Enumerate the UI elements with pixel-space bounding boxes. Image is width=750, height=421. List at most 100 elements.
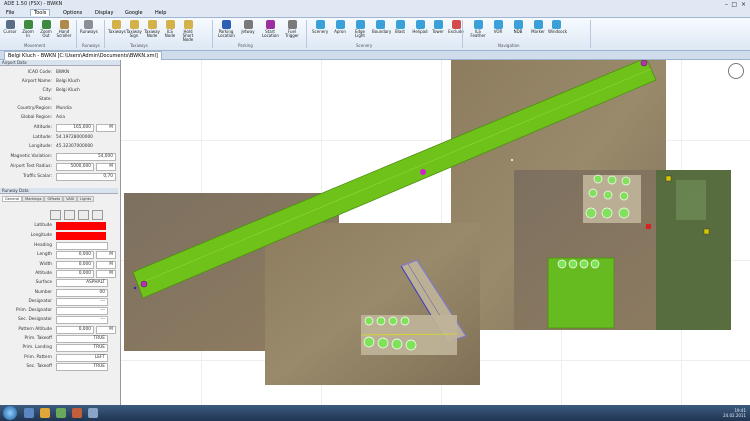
runway-field-input[interactable]: --- <box>56 297 108 306</box>
taskbar-app-icon[interactable] <box>56 408 66 418</box>
taskbar-app-icon[interactable] <box>40 408 50 418</box>
taskbar-app-icon[interactable] <box>72 408 82 418</box>
ribbon-button-label: Hand Scroller <box>56 29 72 38</box>
menu-display[interactable]: Display <box>92 10 116 16</box>
latitude-value[interactable]: 54.19728000000 <box>56 135 93 140</box>
ribbon-button-apron[interactable]: Apron <box>332 20 348 42</box>
ribbon-button-helipad[interactable]: Helipad <box>412 20 428 42</box>
ribbon-button-ndb[interactable]: NDB <box>510 20 526 42</box>
system-clock[interactable]: 19:41 24.02.2011 <box>723 408 746 418</box>
menu-google[interactable]: Google <box>122 10 146 16</box>
ribbon-button-parking-location[interactable]: Parking Location <box>218 20 235 42</box>
ribbon-button-label: Parking Location <box>218 29 235 38</box>
compass-icon[interactable] <box>728 63 744 79</box>
ribbon-button-windsock[interactable]: Windsock <box>548 20 567 42</box>
radius-input[interactable]: 5000,000 <box>56 163 94 171</box>
runway-unit-select[interactable]: M <box>96 325 116 334</box>
ribbon-button-vor[interactable]: VOR <box>490 20 506 42</box>
ribbon-button-cursor[interactable]: Cursor <box>2 20 18 42</box>
tab-markings[interactable]: Markings <box>22 196 45 202</box>
tab-offsets[interactable]: Offsets <box>44 196 64 202</box>
runway-unit-select[interactable]: M <box>96 251 116 260</box>
menu-help[interactable]: Help <box>152 10 169 16</box>
altitude-input[interactable]: 165,000 <box>56 124 94 132</box>
taskbar-app-icon[interactable] <box>88 408 98 418</box>
airport-name-value[interactable]: Belgi Kluch <box>56 79 80 84</box>
document-tab[interactable]: Belgi Kluch - BWKN [C:\Users\Admin\Docum… <box>4 51 162 60</box>
runway-field-input[interactable]: 0,000 <box>56 251 94 260</box>
altitude-unit-select[interactable]: M <box>96 124 116 132</box>
ribbon-button-blast[interactable]: Blast <box>392 20 408 42</box>
fuel-trigger-icon <box>287 20 297 29</box>
ribbon-button-taxiway-sign[interactable]: Taxiway Sign <box>126 20 142 42</box>
tab-vasi[interactable]: VASI <box>63 196 78 202</box>
runway-field-input[interactable]: 00 <box>56 288 108 297</box>
menu-file[interactable]: File <box>3 10 17 16</box>
traffic-input[interactable]: 0,70 <box>56 173 116 181</box>
runway-field-input[interactable]: --- <box>56 307 108 316</box>
icao-value[interactable]: BWKN <box>56 70 69 75</box>
ribbon-button-zoom-in[interactable]: Zoom In <box>20 20 36 42</box>
runway-field-input[interactable]: TRUE <box>56 335 108 343</box>
runway-field-input-invalid[interactable] <box>56 232 106 240</box>
runway-field-input[interactable]: TRUE <box>56 344 108 353</box>
menu-options[interactable]: Options <box>60 10 85 16</box>
runway-field-input[interactable] <box>56 242 108 250</box>
tab-general[interactable]: General <box>2 196 23 202</box>
minimize-icon[interactable]: – <box>725 1 728 8</box>
start-button[interactable] <box>3 406 17 420</box>
runway-unit-select[interactable]: M <box>96 269 116 278</box>
ribbon-button-jetway[interactable]: Jetway <box>240 20 256 42</box>
hand-scroller-icon <box>59 20 69 29</box>
runway-field-input[interactable]: 0,000 <box>56 325 94 334</box>
runway-field-input[interactable]: 0,000 <box>56 269 94 278</box>
runway-field-input[interactable]: ASPHALT <box>56 279 108 288</box>
lock-icon[interactable] <box>78 210 89 220</box>
ribbon-button-runways[interactable]: Runways <box>80 20 98 42</box>
ribbon-button-ils-node[interactable]: ILS Node <box>162 20 178 42</box>
edit-icon[interactable] <box>50 210 61 220</box>
ribbon-button-taxiway-node[interactable]: Taxiway Node <box>144 20 160 42</box>
ribbon-button-edge-light[interactable]: Edge Light <box>352 20 368 42</box>
runway-unit-select[interactable]: M <box>96 260 116 269</box>
runway-field-input[interactable]: LEFT <box>56 353 108 362</box>
global-region-value[interactable]: Asia <box>56 115 65 120</box>
ribbon-button-fuel-trigger[interactable]: Fuel Trigger <box>284 20 300 42</box>
ribbon-button-hand-scroller[interactable]: Hand Scroller <box>56 20 72 42</box>
runway-field-input-invalid[interactable] <box>56 222 106 230</box>
ribbon-button-hold-short-node[interactable]: Hold Short Node <box>180 20 196 42</box>
tab-lights[interactable]: Lights <box>77 196 95 202</box>
runway-field-label: Number <box>34 289 52 295</box>
longitude-value[interactable]: 45.32307000000 <box>56 144 93 149</box>
country-value[interactable]: Mundia <box>56 106 72 111</box>
scenery-icon <box>315 20 325 29</box>
menu-tools[interactable]: Tools <box>30 9 51 16</box>
ribbon-button-label: Hold Short Node <box>182 29 194 42</box>
ribbon-group-label: Parking <box>238 43 253 48</box>
close-icon[interactable]: × <box>741 1 746 8</box>
runway-field-input[interactable]: TRUE <box>56 362 108 371</box>
delete-icon[interactable] <box>92 210 103 220</box>
city-value[interactable]: Belgi Kluch <box>56 88 80 93</box>
ribbon-button-label: Boundary <box>372 29 392 34</box>
ribbon-button-taxiways[interactable]: Taxiways <box>108 20 126 42</box>
magvar-input[interactable]: 54,000 <box>56 153 116 161</box>
map-canvas[interactable] <box>121 60 750 405</box>
taskbar-app-icon[interactable] <box>24 408 34 418</box>
ribbon-button-ils-feather[interactable]: ILS Feather <box>470 20 486 42</box>
ribbon-button-scenery[interactable]: Scenery <box>312 20 328 42</box>
ribbon-button-start-location[interactable]: Start Location <box>262 20 279 42</box>
ribbon-button-label: Taxiway Node <box>144 29 160 38</box>
ribbon-button-tower[interactable]: Tower <box>430 20 446 42</box>
copy-icon[interactable] <box>64 210 75 220</box>
zoom-out-icon <box>41 20 51 29</box>
runways-icon <box>83 20 93 29</box>
ribbon-button-boundary[interactable]: Boundary <box>372 20 392 42</box>
radius-unit-select[interactable]: M <box>96 163 116 171</box>
runway-field-input[interactable]: --- <box>56 316 108 325</box>
ils-node-icon <box>165 20 175 29</box>
ribbon-button-zoom-out[interactable]: Zoom Out <box>38 20 54 42</box>
ribbon-button-marker[interactable]: Marker <box>530 20 546 42</box>
runway-field-input[interactable]: 0,000 <box>56 260 94 269</box>
maximize-icon[interactable]: □ <box>731 1 737 8</box>
